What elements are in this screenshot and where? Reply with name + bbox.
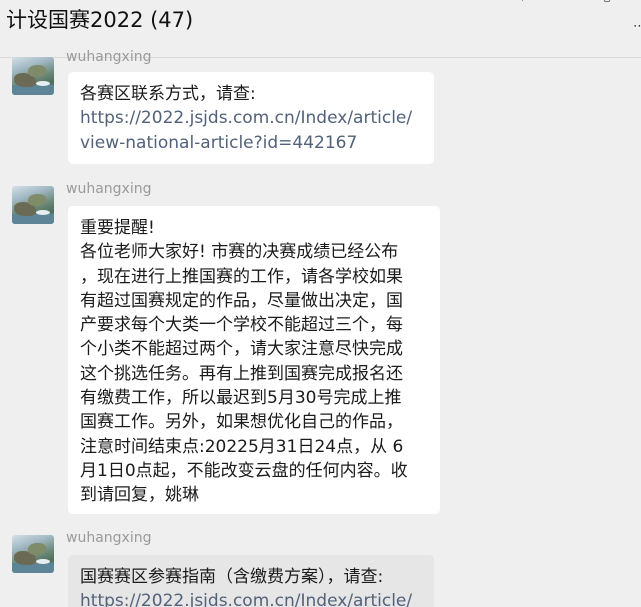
sender-name: wuhangxing: [66, 530, 152, 546]
maximize-icon[interactable]: [604, 0, 610, 2]
minimize-icon[interactable]: [522, 0, 528, 1]
message-text: 到请回复，姚琳: [80, 485, 199, 506]
message-bubble[interactable]: 各赛区联系方式，请查: https://2022.jsjds.com.cn/In…: [68, 72, 434, 164]
avatar[interactable]: [12, 57, 54, 95]
message-text: 国赛赛区参赛指南（含缴费方案），请查:: [80, 567, 384, 587]
message-text: 注意时间结束点:20225月31日24点，从 6: [80, 436, 404, 457]
avatar[interactable]: [12, 186, 54, 224]
message-text: 各位老师大家好! 市赛的决赛成绩已经公布: [80, 242, 399, 263]
message-text: 产要求每个大类一个学校不能超过三个，每: [80, 315, 403, 336]
message-text: 有缴费工作，所以最迟到5月30号完成上推: [80, 388, 402, 409]
more-dots-icon[interactable]: ⋯: [633, 20, 641, 33]
message-text: 有超过国赛规定的作品，尽量做出决定，国: [80, 290, 403, 311]
avatar[interactable]: [12, 535, 54, 573]
message-text: 个小类不能超过两个，请大家注意尽快完成: [80, 339, 403, 360]
message-link[interactable]: https://2022.jsjds.com.cn/Index/article/: [80, 589, 422, 607]
chat-title: 计设国赛2022 (47): [6, 8, 194, 32]
message-bubble[interactable]: 重要提醒! 各位老师大家好! 市赛的决赛成绩已经公布 ，现在进行上推国赛的工作，…: [68, 206, 440, 514]
message-link[interactable]: view-national-article?id=442167: [80, 131, 422, 155]
message-text: 各赛区联系方式，请查:: [80, 84, 256, 104]
message-bubble[interactable]: 国赛赛区参赛指南（含缴费方案），请查: https://2022.jsjds.c…: [68, 555, 434, 607]
message-link[interactable]: https://2022.jsjds.com.cn/Index/article/: [80, 106, 422, 130]
message-text: ，现在进行上推国赛的工作，请各学校如果: [80, 266, 403, 287]
message-text: 这个挑选任务。再有上推到国赛完成报名还: [80, 363, 403, 384]
message-text: 国赛工作。另外，如果想优化自己的作品，: [80, 412, 403, 433]
sender-name: wuhangxing: [66, 49, 152, 65]
sender-name: wuhangxing: [66, 181, 152, 197]
message-text: 月1日0点起，不能改变云盘的任何内容。收: [80, 460, 408, 481]
message-text: 重要提醒!: [80, 218, 155, 238]
